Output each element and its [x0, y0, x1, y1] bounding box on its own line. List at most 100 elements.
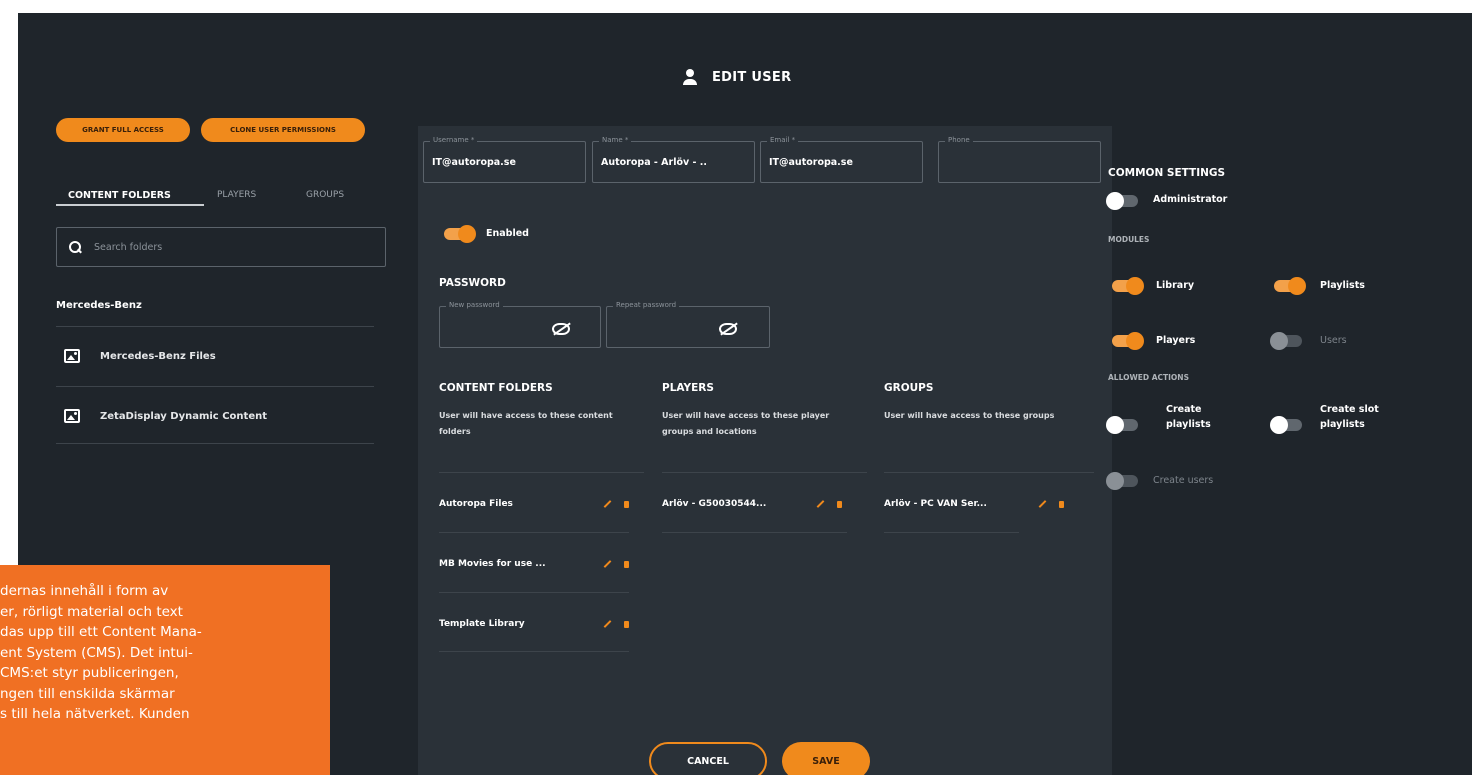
search-folders-input[interactable]	[94, 241, 334, 253]
folder-group-title: Mercedes-Benz	[56, 300, 142, 311]
users-label: Users	[1320, 335, 1347, 346]
create-users-label: Create users	[1153, 475, 1214, 486]
eye-off-icon[interactable]	[719, 323, 737, 335]
administrator-toggle[interactable]	[1106, 192, 1138, 210]
dialog-title: EDIT USER	[682, 65, 791, 89]
username-field[interactable]: Username * IT@autoropa.se	[423, 136, 586, 183]
create-playlists-label-line: playlists	[1166, 419, 1211, 430]
trash-icon[interactable]	[1059, 500, 1064, 508]
name-field[interactable]: Name * Autoropa - Arlöv - ..	[592, 136, 755, 183]
divider	[439, 592, 629, 593]
pencil-icon[interactable]	[816, 500, 825, 508]
overlay-text-line: das upp till ett Content Mana-	[0, 624, 202, 640]
pencil-icon[interactable]	[1038, 500, 1047, 508]
overlay-text-line: CMS:et styr publiceringen,	[0, 665, 179, 681]
divider	[439, 472, 644, 473]
library-toggle[interactable]	[1112, 277, 1144, 295]
enabled-toggle[interactable]	[444, 225, 476, 243]
dialog-title-text: EDIT USER	[712, 69, 792, 85]
groups-description: User will have access to these groups	[884, 411, 1055, 420]
content-folders-title: CONTENT FOLDERS	[439, 382, 553, 394]
content-folder-item[interactable]: Template Library	[439, 596, 629, 652]
email-label: Email *	[767, 136, 799, 144]
group-label: Arlöv - PC VAN Ser...	[884, 499, 987, 509]
create-playlists-label-line: Create	[1166, 404, 1202, 415]
email-field[interactable]: Email * IT@autoropa.se	[760, 136, 923, 183]
content-folder-label: Autoropa Files	[439, 499, 513, 509]
name-value: Autoropa - Arlöv - ..	[601, 157, 707, 168]
user-icon	[682, 69, 698, 85]
enabled-label: Enabled	[486, 228, 529, 239]
overlay-text-line: ngen till enskilda skärmar	[0, 685, 175, 702]
playlists-toggle[interactable]	[1274, 277, 1306, 295]
divider	[662, 472, 867, 473]
pencil-icon[interactable]	[603, 560, 612, 568]
modules-title: MODULES	[1108, 235, 1150, 244]
divider	[662, 532, 847, 533]
description-overlay: dernas innehåll i form av er, rörligt ma…	[0, 565, 330, 775]
overlay-text-line: er, rörligt material och text	[0, 603, 183, 620]
content-folder-item[interactable]: Autoropa Files	[439, 476, 629, 532]
pencil-icon[interactable]	[603, 620, 612, 628]
players-description: User will have access to these player gr…	[662, 411, 830, 436]
active-tab-indicator	[56, 204, 204, 206]
folder-item-label: ZetaDisplay Dynamic Content	[100, 410, 268, 422]
pencil-icon[interactable]	[603, 500, 612, 508]
grant-full-access-button[interactable]: GRANT FULL ACCESS	[56, 118, 190, 142]
user-form-panel: Username * IT@autoropa.se Name * Autorop…	[418, 126, 1112, 775]
cancel-button[interactable]: CANCEL	[649, 742, 767, 775]
clone-user-permissions-button[interactable]: CLONE USER PERMISSIONS	[201, 118, 365, 142]
content-folders-description: User will have access to these content f…	[439, 411, 613, 436]
folder-item[interactable]: Mercedes-Benz Files	[56, 330, 374, 382]
players-toggle[interactable]	[1112, 332, 1144, 350]
overlay-text-line: s till hela nätverket. Kunden	[0, 706, 190, 722]
administrator-label: Administrator	[1153, 194, 1228, 205]
player-item[interactable]: Arlöv - G50030544...	[662, 476, 842, 532]
create-slot-playlists-label-line: playlists	[1320, 419, 1365, 430]
playlists-label: Playlists	[1320, 280, 1365, 291]
create-slot-playlists-label-line: Create slot	[1320, 404, 1379, 415]
overlay-text-line: ent System (CMS). Det intui-	[0, 644, 193, 661]
create-slot-playlists-label: Create slot playlists	[1320, 402, 1379, 432]
allowed-actions-title: ALLOWED ACTIONS	[1108, 373, 1189, 382]
users-toggle[interactable]	[1270, 332, 1302, 350]
trash-icon[interactable]	[624, 500, 629, 508]
divider	[439, 532, 629, 533]
trash-icon[interactable]	[837, 500, 842, 508]
save-button[interactable]: SAVE	[782, 742, 870, 775]
search-folders-box[interactable]	[56, 227, 386, 267]
password-section-title: PASSWORD	[439, 277, 506, 289]
divider	[56, 443, 374, 444]
tab-players[interactable]: PLAYERS	[217, 190, 256, 200]
repeat-password-label: Repeat password	[613, 301, 680, 309]
tab-content-folders[interactable]: CONTENT FOLDERS	[68, 190, 171, 201]
search-icon	[69, 240, 82, 254]
create-users-toggle[interactable]	[1106, 472, 1138, 490]
trash-icon[interactable]	[624, 620, 629, 628]
divider	[439, 651, 629, 652]
email-value: IT@autoropa.se	[769, 157, 853, 168]
group-item[interactable]: Arlöv - PC VAN Ser...	[884, 476, 1064, 532]
divider	[56, 386, 374, 387]
content-folder-label: Template Library	[439, 619, 525, 629]
new-password-field[interactable]: New password	[439, 301, 601, 348]
divider	[56, 326, 374, 327]
new-password-label: New password	[446, 301, 503, 309]
player-label: Arlöv - G50030544...	[662, 499, 767, 509]
content-folder-item[interactable]: MB Movies for use ...	[439, 536, 629, 592]
create-playlists-label: Create playlists	[1166, 402, 1211, 432]
players-title: PLAYERS	[662, 382, 714, 394]
create-slot-playlists-toggle[interactable]	[1270, 416, 1302, 434]
image-icon	[64, 409, 80, 423]
trash-icon[interactable]	[624, 560, 629, 568]
library-label: Library	[1156, 280, 1195, 291]
tab-groups[interactable]: GROUPS	[306, 190, 344, 200]
create-playlists-toggle[interactable]	[1106, 416, 1138, 434]
repeat-password-field[interactable]: Repeat password	[606, 301, 770, 348]
players-label: Players	[1156, 335, 1196, 346]
overlay-text-line: dernas innehåll i form av	[0, 583, 169, 599]
eye-off-icon[interactable]	[552, 323, 570, 335]
name-label: Name *	[599, 136, 632, 144]
folder-item[interactable]: ZetaDisplay Dynamic Content	[56, 390, 374, 442]
phone-field[interactable]: Phone	[938, 136, 1101, 183]
